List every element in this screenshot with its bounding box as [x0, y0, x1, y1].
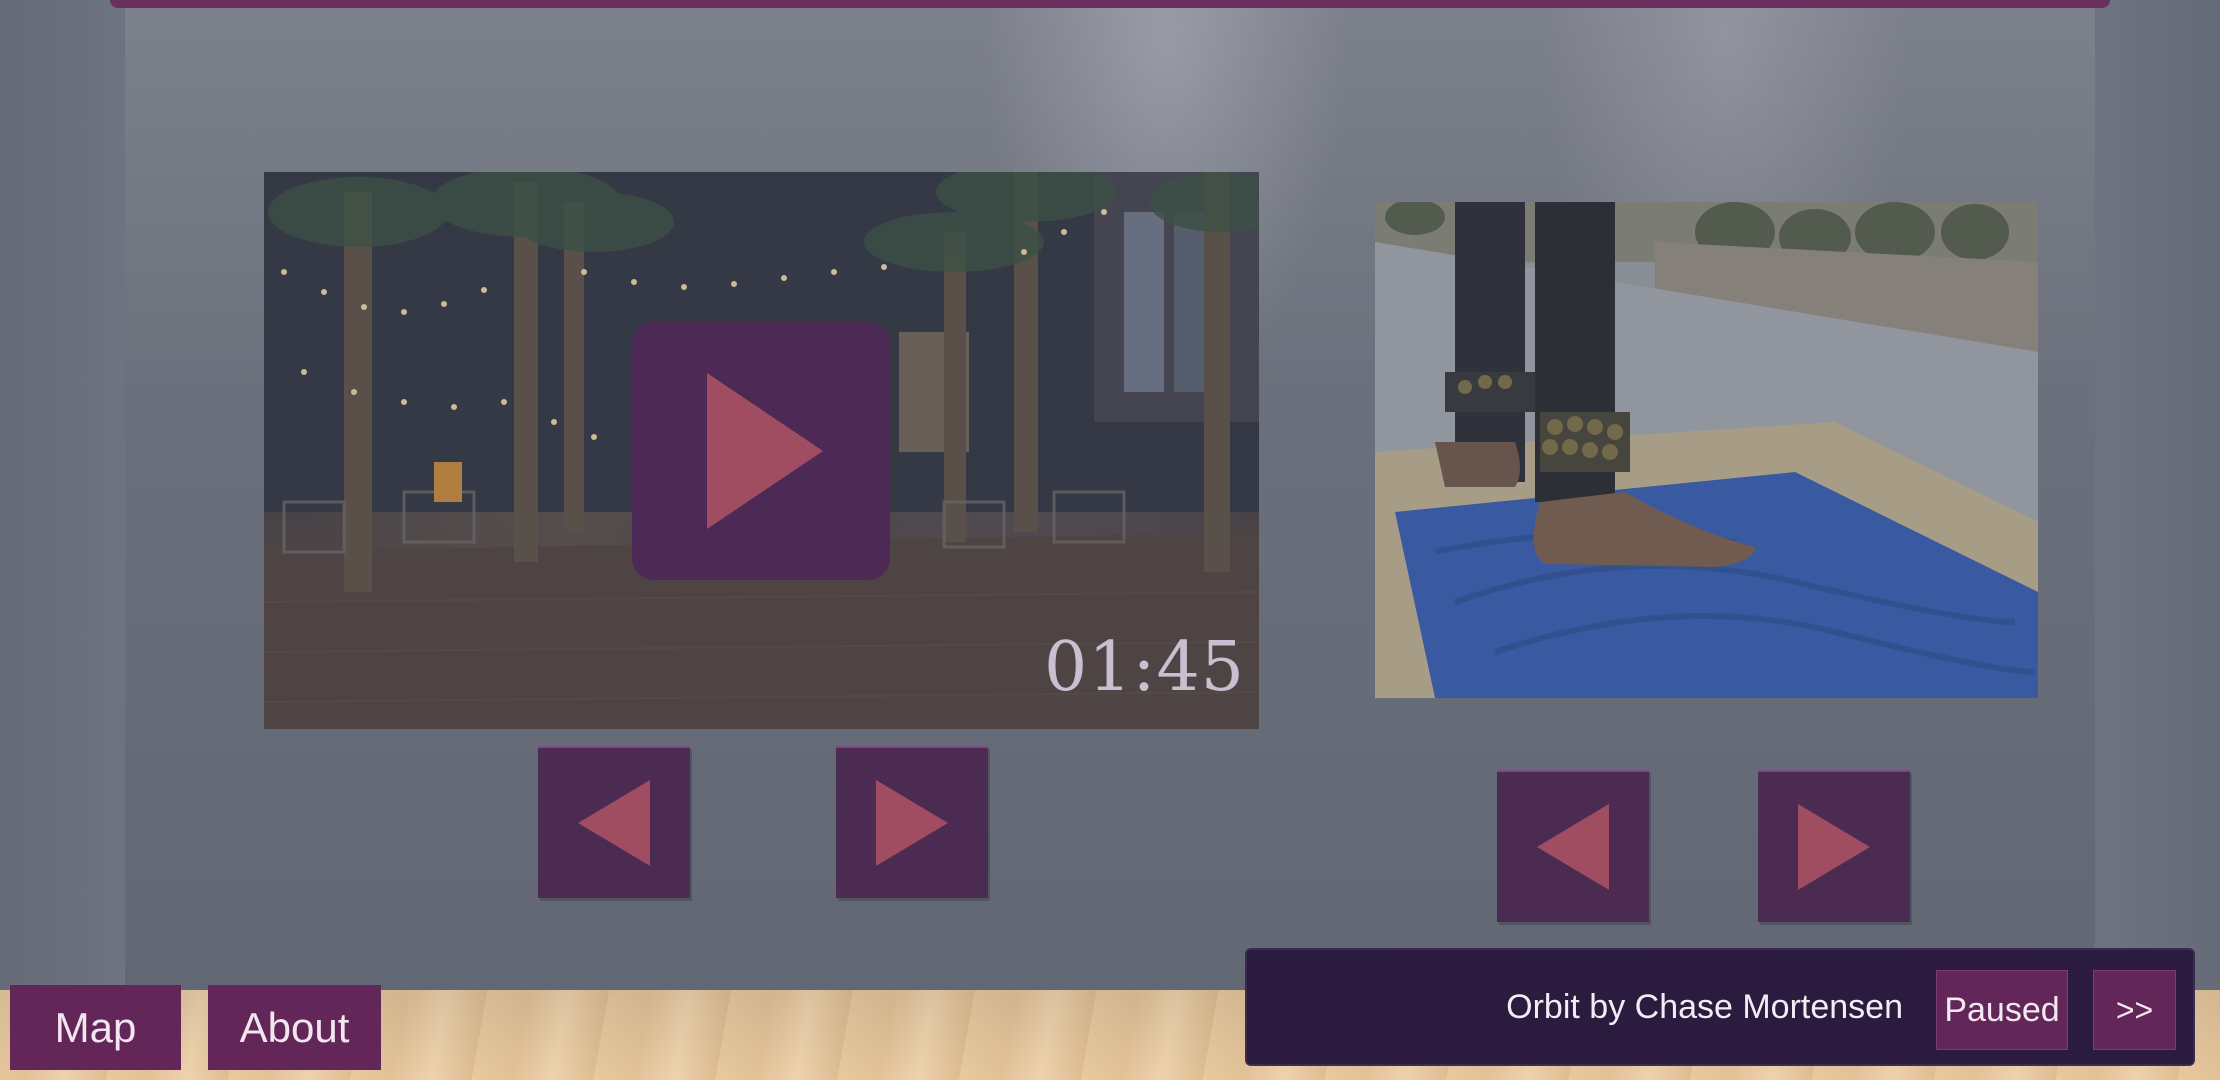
- video-duration: 01:45: [1044, 628, 1245, 707]
- track-title: Orbit by Chase Mortensen: [1506, 988, 1903, 1026]
- video-player[interactable]: 01:45: [264, 172, 1259, 729]
- gallery-room: 01:45 Map About Orbit by Chase Mortensen…: [0, 0, 2220, 1080]
- about-button[interactable]: About: [208, 985, 381, 1070]
- video-prev-button[interactable]: [538, 746, 690, 898]
- map-button[interactable]: Map: [10, 985, 181, 1070]
- left-wall: [0, 0, 125, 990]
- play-pause-button[interactable]: Paused: [1936, 970, 2068, 1050]
- music-player: Orbit by Chase Mortensen Paused >>: [1245, 948, 2195, 1066]
- photo-display: [1375, 202, 2038, 698]
- right-wall: [2095, 0, 2220, 990]
- photo-next-button[interactable]: [1758, 770, 1910, 922]
- photo-prev-button[interactable]: [1497, 770, 1649, 922]
- ceiling-trim: [110, 0, 2110, 8]
- photo-dim-overlay: [1375, 202, 2038, 698]
- skip-track-button[interactable]: >>: [2093, 970, 2176, 1050]
- arrow-right-icon: [1798, 804, 1870, 890]
- play-button[interactable]: [632, 322, 890, 580]
- play-icon: [707, 373, 823, 529]
- video-next-button[interactable]: [836, 746, 988, 898]
- arrow-left-icon: [1537, 804, 1609, 890]
- arrow-right-icon: [876, 780, 948, 866]
- arrow-left-icon: [578, 780, 650, 866]
